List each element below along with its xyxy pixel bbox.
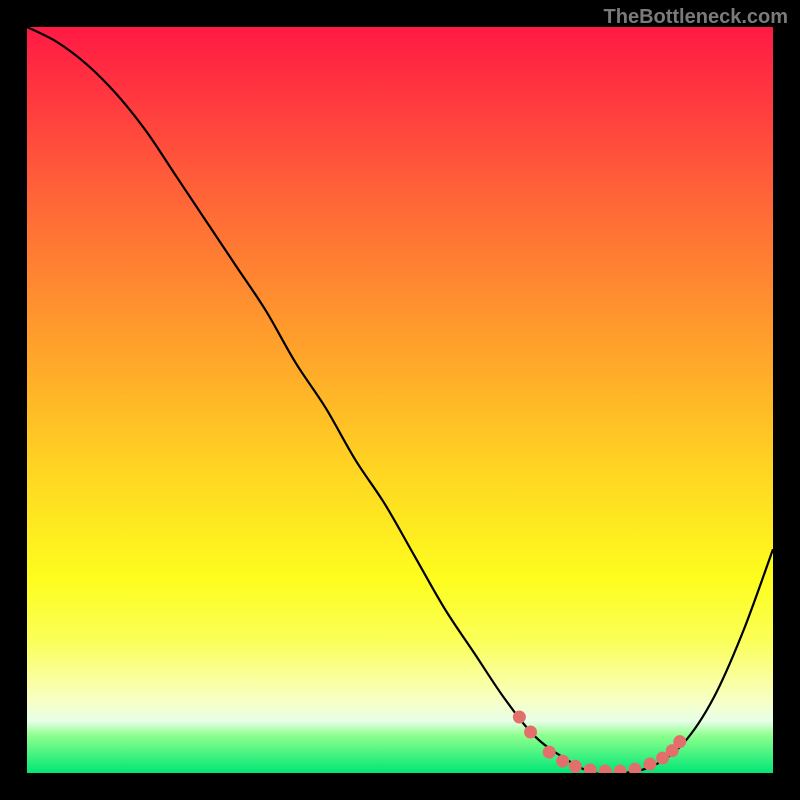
data-marker bbox=[599, 765, 612, 773]
data-marker bbox=[584, 764, 597, 773]
bottleneck-curve-path bbox=[27, 27, 773, 773]
data-marker bbox=[569, 760, 582, 773]
data-marker bbox=[673, 735, 686, 748]
marker-group bbox=[513, 711, 686, 773]
data-marker bbox=[556, 755, 569, 768]
data-marker bbox=[628, 763, 641, 773]
chart-svg bbox=[27, 27, 773, 773]
data-marker bbox=[524, 725, 537, 738]
data-marker bbox=[513, 711, 526, 724]
watermark-text: TheBottleneck.com bbox=[604, 6, 788, 29]
data-marker bbox=[543, 746, 556, 759]
data-marker bbox=[643, 758, 656, 771]
data-marker bbox=[614, 765, 627, 773]
chart-plot-area bbox=[27, 27, 773, 773]
